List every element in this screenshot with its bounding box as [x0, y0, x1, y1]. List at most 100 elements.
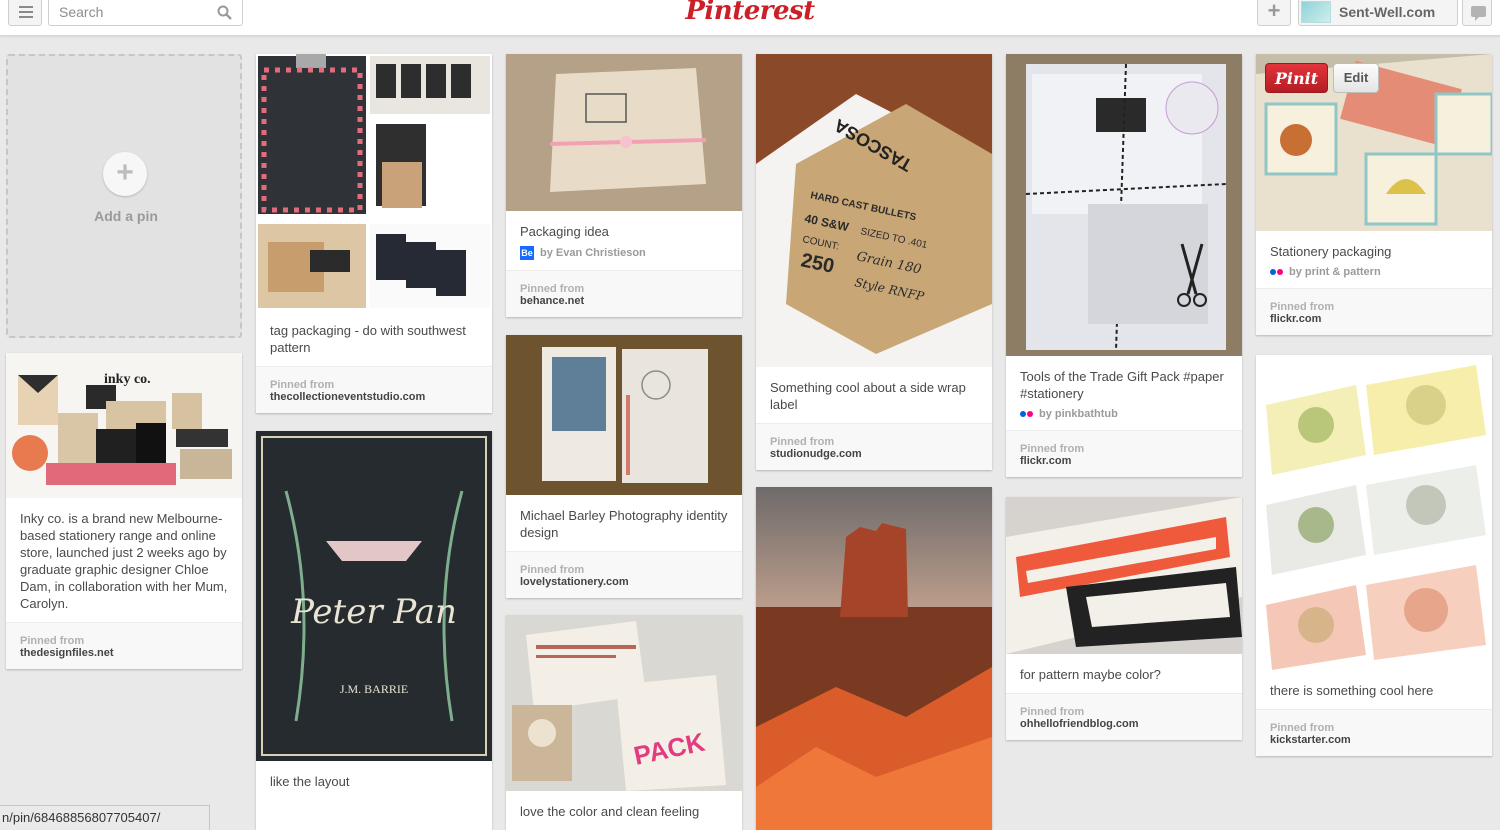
- pin-image[interactable]: [1256, 355, 1492, 670]
- user-menu-button[interactable]: Sent-Well.com: [1298, 0, 1458, 26]
- pin-card-peter-pan[interactable]: Peter Pan J.M. BARRIE like the layout: [256, 431, 492, 830]
- pin-image[interactable]: Pinit Edit: [1256, 54, 1492, 231]
- pin-image[interactable]: [506, 54, 742, 211]
- behance-icon: Be: [520, 246, 534, 260]
- pin-image[interactable]: [1006, 497, 1242, 654]
- pin-image-art: TASCOSA HARD CAST BULLETS 40 S&W SIZED T…: [756, 54, 992, 367]
- menu-button[interactable]: [8, 0, 42, 26]
- pin-image[interactable]: Peter Pan J.M. BARRIE: [256, 431, 492, 761]
- source-domain[interactable]: ohhellofriendblog.com: [1020, 718, 1228, 730]
- pinterest-logo[interactable]: Pinterest: [660, 0, 840, 26]
- pin-image-art: [506, 54, 742, 211]
- pin-description: there is something cool here: [1270, 683, 1434, 698]
- attribution-text[interactable]: by print & pattern: [1289, 266, 1381, 278]
- pin-source[interactable]: Pinned from flickr.com: [1256, 288, 1492, 335]
- pin-card-inky[interactable]: inky co. Inky co. is a brand new Melbour…: [6, 353, 242, 669]
- pin-description: Tools of the Trade Gift Pack #paper #sta…: [1020, 369, 1224, 401]
- pin-card-tools-trade[interactable]: Tools of the Trade Gift Pack #paper #sta…: [1006, 54, 1242, 477]
- pin-description: for pattern maybe color?: [1020, 667, 1161, 682]
- pinned-from-label: Pinned from: [1270, 722, 1335, 734]
- menu-icon-bar: [19, 16, 33, 18]
- search-icon[interactable]: [217, 5, 232, 20]
- source-domain[interactable]: studionudge.com: [770, 448, 978, 460]
- source-domain[interactable]: flickr.com: [1020, 455, 1228, 467]
- pin-source[interactable]: Pinned from thedesignfiles.net: [6, 622, 242, 669]
- status-bar-url: n/pin/68468856807705407/: [0, 805, 210, 830]
- pinit-button[interactable]: Pinit: [1265, 63, 1328, 93]
- source-domain[interactable]: behance.net: [520, 295, 728, 307]
- source-domain[interactable]: thecollectioneventstudio.com: [270, 391, 478, 403]
- pin-card-cool-here[interactable]: there is something cool here Pinned from…: [1256, 355, 1492, 756]
- pin-image[interactable]: PACK: [506, 615, 742, 791]
- book-title: Peter Pan: [290, 592, 457, 632]
- pin-source[interactable]: Pinned from behance.net: [506, 270, 742, 317]
- pin-source[interactable]: Pinned from lovelystationery.com: [506, 551, 742, 598]
- user-name: Sent-Well.com: [1339, 4, 1436, 20]
- pinned-from-label: Pinned from: [20, 635, 85, 647]
- pin-source[interactable]: Pinned from studionudge.com: [756, 423, 992, 470]
- pin-description: Inky co. is a brand new Melbourne-based …: [20, 511, 228, 611]
- pin-card-packaging-idea[interactable]: Packaging idea Be by Evan Christieson Pi…: [506, 54, 742, 317]
- pin-source[interactable]: Pinned from kickstarter.com: [1256, 709, 1492, 756]
- source-domain[interactable]: kickstarter.com: [1270, 734, 1478, 746]
- pin-card-tag-packaging[interactable]: tag packaging - do with southwest patter…: [256, 54, 492, 413]
- book-author: J.M. BARRIE: [340, 682, 408, 696]
- plus-icon: +: [103, 152, 147, 196]
- pin-image-art: inky co.: [6, 353, 242, 498]
- pin-image[interactable]: [1006, 54, 1242, 356]
- pin-attribution[interactable]: by pinkbathtub: [1006, 408, 1242, 430]
- search-box: [48, 0, 243, 26]
- pin-image-art: Peter Pan J.M. BARRIE: [256, 431, 492, 761]
- avatar: [1301, 1, 1331, 23]
- pin-attribution[interactable]: by print & pattern: [1256, 266, 1492, 288]
- pin-image-art: [756, 487, 992, 830]
- pin-image-art: [1006, 497, 1242, 654]
- flickr-icon: [1020, 411, 1033, 417]
- plus-icon: +: [1267, 0, 1281, 23]
- pin-image[interactable]: [506, 335, 742, 495]
- pinned-from-label: Pinned from: [1270, 301, 1335, 313]
- pin-source[interactable]: Pinned from thecollectioneventstudio.com: [256, 366, 492, 413]
- pin-image[interactable]: [756, 487, 992, 830]
- source-domain[interactable]: thedesignfiles.net: [20, 647, 228, 659]
- pin-image[interactable]: inky co.: [6, 353, 242, 498]
- pin-description: Michael Barley Photography identity desi…: [520, 508, 728, 540]
- pin-image[interactable]: [256, 54, 492, 310]
- pin-attribution[interactable]: Be by Evan Christieson: [506, 246, 742, 270]
- pin-card-pattern-color[interactable]: for pattern maybe color? Pinned from ohh…: [1006, 497, 1242, 740]
- attribution-text[interactable]: by pinkbathtub: [1039, 408, 1118, 420]
- notifications-button[interactable]: [1462, 0, 1492, 26]
- add-pin-label: Add a pin: [94, 208, 158, 224]
- pin-description: like the layout: [270, 774, 350, 789]
- menu-icon-bar: [19, 11, 33, 13]
- pin-image-art: [258, 54, 490, 308]
- top-bar: Pinterest + Sent-Well.com: [0, 0, 1500, 36]
- pin-description: love the color and clean feeling: [520, 804, 700, 819]
- add-pin-card[interactable]: + Add a pin: [6, 54, 242, 338]
- attribution-text[interactable]: by Evan Christieson: [540, 247, 646, 259]
- search-input[interactable]: [49, 0, 199, 24]
- pin-card-stationery-packaging[interactable]: Pinit Edit Stationery packaging by print…: [1256, 54, 1492, 335]
- notification-icon: [1471, 6, 1486, 21]
- pin-description: Packaging idea: [520, 224, 609, 239]
- pin-source[interactable]: Pinned from ohhellofriendblog.com: [1006, 693, 1242, 740]
- pin-source[interactable]: Pinned from flickr.com: [1006, 430, 1242, 477]
- pin-card-side-wrap[interactable]: TASCOSA HARD CAST BULLETS 40 S&W SIZED T…: [756, 54, 992, 470]
- source-domain[interactable]: lovelystationery.com: [520, 576, 728, 588]
- pin-description: tag packaging - do with southwest patter…: [270, 323, 466, 355]
- source-domain[interactable]: flickr.com: [1270, 313, 1478, 325]
- pinned-from-label: Pinned from: [520, 283, 585, 295]
- pin-card-love-color[interactable]: PACK love the color and clean feeling: [506, 615, 742, 830]
- pin-image[interactable]: TASCOSA HARD CAST BULLETS 40 S&W SIZED T…: [756, 54, 992, 367]
- pin-image-art: [1256, 355, 1492, 670]
- flickr-icon: [1270, 269, 1283, 275]
- pin-card-michael-barley[interactable]: Michael Barley Photography identity desi…: [506, 335, 742, 598]
- add-button[interactable]: +: [1257, 0, 1291, 26]
- pin-card-monument-valley[interactable]: [756, 487, 992, 830]
- edit-button[interactable]: Edit: [1333, 63, 1379, 93]
- pin-description: Something cool about a side wrap label: [770, 380, 966, 412]
- pinned-from-label: Pinned from: [1020, 706, 1085, 718]
- pin-description: Stationery packaging: [1270, 244, 1392, 259]
- pin-image-art: [506, 335, 742, 495]
- pinned-from-label: Pinned from: [770, 436, 835, 448]
